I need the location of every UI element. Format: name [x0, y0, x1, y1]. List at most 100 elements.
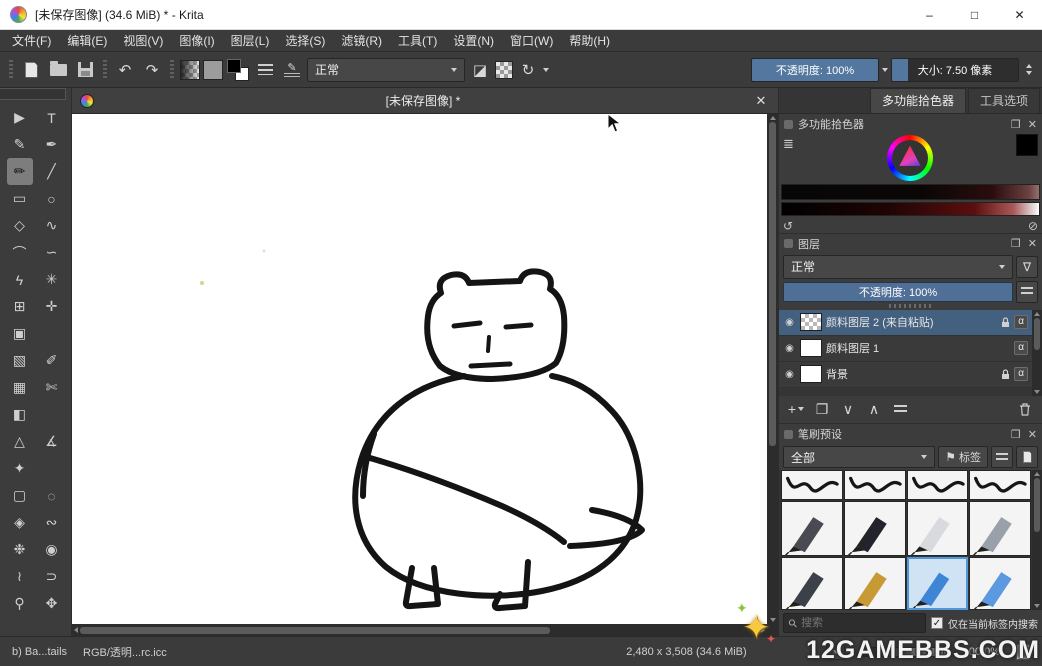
- menu-item[interactable]: 视图(V): [115, 32, 171, 49]
- open-document-button[interactable]: [46, 57, 70, 83]
- eraser-mode-button[interactable]: ◪: [468, 57, 492, 83]
- brush-preset-pen-7[interactable]: [907, 557, 969, 610]
- tool-magnetic-select[interactable]: ⊃: [39, 563, 65, 590]
- search-in-tag-checkbox[interactable]: ✓: [931, 617, 943, 629]
- preserve-alpha-button[interactable]: [495, 61, 513, 79]
- tool-zoom[interactable]: ⚲: [7, 590, 33, 617]
- tool-text[interactable]: T: [39, 104, 65, 131]
- tool-freehand-select[interactable]: ∾: [39, 509, 65, 536]
- dock-tab[interactable]: 工具选项: [968, 88, 1040, 113]
- layer-visibility-icon[interactable]: ◉: [783, 343, 796, 354]
- opacity-dropdown-icon[interactable]: [882, 68, 888, 72]
- alpha-badge[interactable]: α: [1014, 367, 1028, 381]
- menu-item[interactable]: 文件(F): [4, 32, 59, 49]
- save-button[interactable]: [73, 57, 97, 83]
- layer-blend-mode-select[interactable]: 正常: [783, 255, 1013, 279]
- menu-item[interactable]: 图层(L): [223, 32, 278, 49]
- preset-details-button[interactable]: [1016, 446, 1038, 468]
- scroll-down-icon[interactable]: [1034, 604, 1040, 608]
- move-layer-down-button[interactable]: ∨: [836, 398, 860, 420]
- tool-move[interactable]: ✛: [39, 293, 65, 320]
- tool-multibrush[interactable]: ✳: [39, 266, 65, 293]
- document-close-icon[interactable]: ✕: [752, 93, 770, 109]
- maximize-button[interactable]: □: [952, 0, 997, 29]
- brush-preset-stroke-2[interactable]: [844, 470, 906, 500]
- canvas-horizontal-scrollbar[interactable]: [72, 624, 767, 636]
- close-button[interactable]: ✕: [997, 0, 1042, 29]
- close-docker-icon[interactable]: ✕: [1028, 428, 1037, 441]
- tool-contiguous-select[interactable]: ◉: [39, 536, 65, 563]
- tool-bezier-select[interactable]: ≀: [7, 563, 33, 590]
- toolbar-handle[interactable]: [9, 60, 13, 80]
- move-layer-up-button[interactable]: ∧: [862, 398, 886, 420]
- delete-layer-button[interactable]: [1013, 398, 1037, 420]
- status-corner-button[interactable]: [1016, 644, 1030, 660]
- edit-brush-settings-button[interactable]: ✎: [280, 57, 304, 83]
- zoom-slider[interactable]: [861, 647, 947, 657]
- tool-freehand-path[interactable]: ∽: [39, 239, 65, 266]
- layer-row[interactable]: ◉ 背景 α: [779, 362, 1032, 388]
- drawing-canvas[interactable]: [72, 114, 767, 624]
- tool-color-sampler[interactable]: ✐: [39, 347, 65, 374]
- brush-preset-pen-5[interactable]: [781, 557, 843, 610]
- layer-row[interactable]: ◉ 颜料图层 2 (来自粘贴) α: [779, 310, 1032, 336]
- brush-preset-stroke-4[interactable]: [969, 470, 1031, 500]
- scroll-thumb[interactable]: [1034, 478, 1040, 532]
- pattern-chooser[interactable]: [203, 60, 223, 80]
- tool-polyline[interactable]: ∿: [39, 212, 65, 239]
- float-docker-icon[interactable]: ❐: [1011, 237, 1021, 250]
- brush-search-box[interactable]: ⚲: [783, 613, 926, 633]
- tool-assistants[interactable]: △: [7, 428, 33, 455]
- new-document-button[interactable]: [19, 57, 43, 83]
- choose-workspace-button[interactable]: [253, 57, 277, 83]
- color-docker-header[interactable]: 多功能拾色器 ❐ ✕: [779, 114, 1042, 134]
- tool-pattern-edit[interactable]: ▦: [7, 374, 33, 401]
- canvas-vertical-scrollbar[interactable]: [767, 114, 778, 624]
- layer-opacity-slider[interactable]: 不透明度: 100%: [783, 282, 1013, 302]
- menu-item[interactable]: 帮助(H): [561, 32, 618, 49]
- display-mode-button[interactable]: [991, 446, 1013, 468]
- float-docker-icon[interactable]: ❐: [1011, 428, 1021, 441]
- scroll-down-icon[interactable]: [1034, 390, 1040, 394]
- tool-dynamic-brush[interactable]: ϟ: [7, 266, 33, 293]
- toolbox-docker-header[interactable]: [0, 88, 66, 100]
- status-mini-dropdown[interactable]: [827, 644, 845, 660]
- tool-transform[interactable]: ⊞: [7, 293, 33, 320]
- close-docker-icon[interactable]: ✕: [1028, 237, 1037, 250]
- reload-dropdown-icon[interactable]: [543, 68, 549, 72]
- alpha-badge[interactable]: α: [1014, 341, 1028, 355]
- redo-button[interactable]: ↷: [140, 57, 164, 83]
- duplicate-layer-button[interactable]: ❐: [810, 398, 834, 420]
- dock-tab[interactable]: 多功能拾色器: [870, 88, 966, 113]
- tool-line[interactable]: ╱: [39, 158, 65, 185]
- layer-properties-button[interactable]: [888, 398, 912, 420]
- tool-fill[interactable]: ◧: [7, 401, 33, 428]
- tool-bezier-curve[interactable]: ⌒: [7, 239, 33, 266]
- scroll-up-icon[interactable]: [1034, 472, 1040, 476]
- menu-item[interactable]: 滤镜(R): [333, 32, 390, 49]
- menu-item[interactable]: 工具(T): [390, 32, 445, 49]
- undo-button[interactable]: ↶: [113, 57, 137, 83]
- scroll-left-icon[interactable]: [74, 627, 78, 633]
- brush-preset-pen-4[interactable]: [969, 501, 1031, 556]
- horizontal-scroll-thumb[interactable]: [80, 627, 550, 634]
- add-layer-button[interactable]: +: [784, 398, 808, 420]
- tool-gradient[interactable]: ▧: [7, 347, 33, 374]
- spin-up-icon[interactable]: [1026, 64, 1032, 68]
- tool-freehand-brush[interactable]: ✏: [7, 158, 33, 185]
- tool-measure[interactable]: ∡: [39, 428, 65, 455]
- vertical-scroll-thumb[interactable]: [769, 122, 776, 446]
- color-triangle[interactable]: [896, 144, 924, 172]
- tag-button[interactable]: ⚑ 标签: [938, 446, 988, 468]
- brush-preset-pen-3[interactable]: [907, 501, 969, 556]
- tool-smart-patch[interactable]: ✄: [39, 374, 65, 401]
- float-docker-icon[interactable]: ❐: [1011, 118, 1021, 131]
- menu-item[interactable]: 选择(S): [277, 32, 333, 49]
- refresh-colors-icon[interactable]: ↺: [783, 219, 793, 233]
- scroll-down-icon[interactable]: [770, 618, 776, 622]
- lock-icon[interactable]: [1001, 369, 1010, 380]
- lock-icon[interactable]: [1001, 317, 1010, 328]
- reload-preset-button[interactable]: ↻: [516, 57, 540, 83]
- alpha-badge[interactable]: α: [1014, 315, 1028, 329]
- layer-visibility-icon[interactable]: ◉: [783, 369, 796, 380]
